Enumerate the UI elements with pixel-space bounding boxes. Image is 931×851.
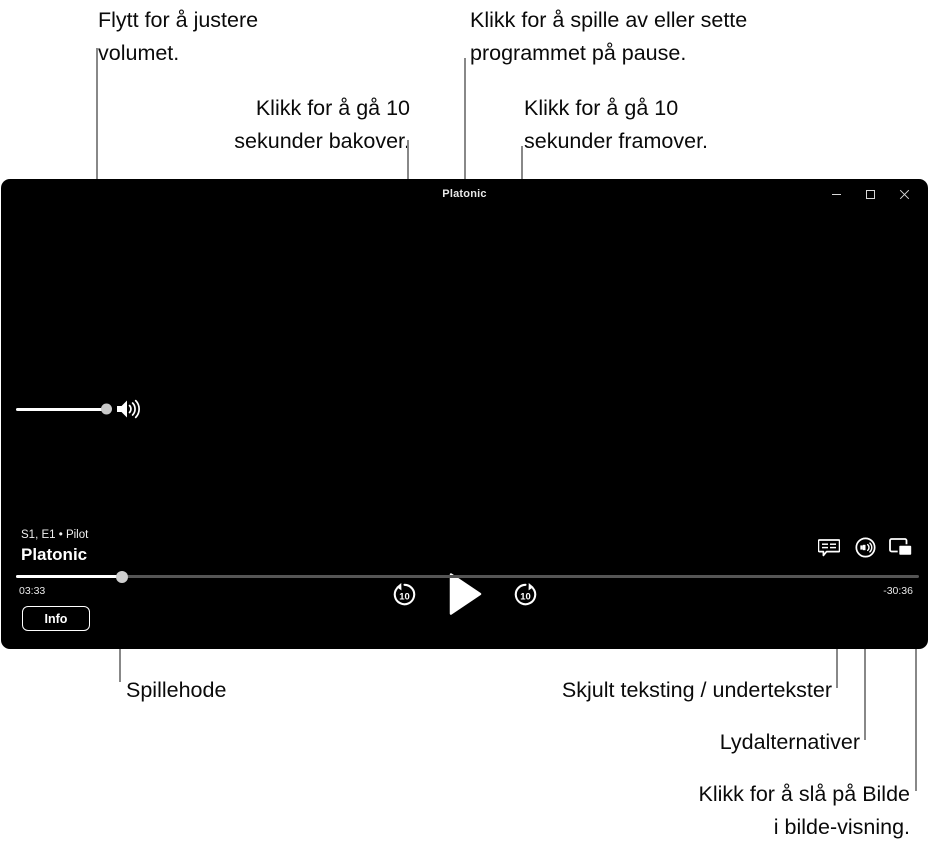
- callout-volume: Flytt for å justere volumet.: [98, 8, 259, 65]
- skip-back-10-button[interactable]: 10: [391, 581, 418, 613]
- closed-captions-icon: [817, 538, 841, 563]
- secondary-controls: [817, 537, 913, 563]
- play-button[interactable]: [448, 573, 482, 620]
- maximize-button[interactable]: [853, 181, 887, 207]
- transport-controls: 10 10: [2, 573, 927, 620]
- picture-in-picture-button[interactable]: [889, 538, 913, 562]
- info-button[interactable]: Info: [22, 606, 90, 631]
- episode-subtitle: S1, E1 • Pilot: [21, 529, 89, 541]
- svg-text:10: 10: [520, 591, 531, 602]
- window-controls: [819, 180, 921, 208]
- now-playing-info: S1, E1 • Pilot Platonic: [21, 528, 88, 565]
- playhead-knob[interactable]: [115, 570, 128, 583]
- maximize-icon: [865, 189, 876, 200]
- callout-play-pause: Klikk for å spille av eller sette progra…: [470, 8, 748, 65]
- callout-back-10: Klikk for å gå 10 sekunder bakover.: [234, 96, 410, 153]
- title-bar[interactable]: Platonic: [2, 180, 927, 208]
- minimize-button[interactable]: [819, 181, 853, 207]
- elapsed-time: 03:33: [19, 585, 46, 597]
- progress-elapsed-fill: [16, 575, 122, 578]
- callout-forward-10: Klikk for å gå 10 sekunder framover.: [524, 96, 709, 153]
- picture-in-picture-icon: [889, 537, 913, 563]
- video-player-window: Platonic 10 10 S1, E1 • Pilot Platonic 0…: [2, 180, 927, 648]
- skip-back-10-icon: 10: [391, 581, 418, 613]
- program-title: Platonic: [21, 545, 88, 564]
- audio-options-button[interactable]: [853, 537, 877, 563]
- volume-slider[interactable]: [16, 403, 112, 415]
- annotated-screenshot: Flytt for å justere volumet. Klikk for å…: [0, 0, 931, 851]
- close-icon: [899, 189, 910, 200]
- play-icon: [448, 573, 482, 620]
- audio-options-icon: [854, 537, 876, 563]
- remaining-time: -30:36: [883, 585, 913, 597]
- callout-playhead: Spillehode: [126, 678, 227, 702]
- volume-control[interactable]: [16, 398, 141, 420]
- speaker-wave-icon[interactable]: [115, 398, 141, 420]
- callout-captions: Skjult teksting / undertekster: [561, 678, 832, 702]
- minimize-icon: [831, 189, 842, 200]
- window-title: Platonic: [442, 188, 487, 200]
- callout-pip: Klikk for å slå på Bilde i bilde-visning…: [698, 782, 910, 839]
- closed-captions-button[interactable]: [817, 538, 841, 562]
- close-button[interactable]: [887, 181, 921, 207]
- skip-forward-10-icon: 10: [512, 581, 539, 613]
- progress-scrubber[interactable]: [16, 570, 919, 583]
- callout-audio-options: Lydalternativer: [719, 730, 860, 754]
- svg-text:10: 10: [399, 591, 410, 602]
- volume-slider-knob[interactable]: [101, 403, 112, 415]
- skip-forward-10-button[interactable]: 10: [512, 581, 539, 613]
